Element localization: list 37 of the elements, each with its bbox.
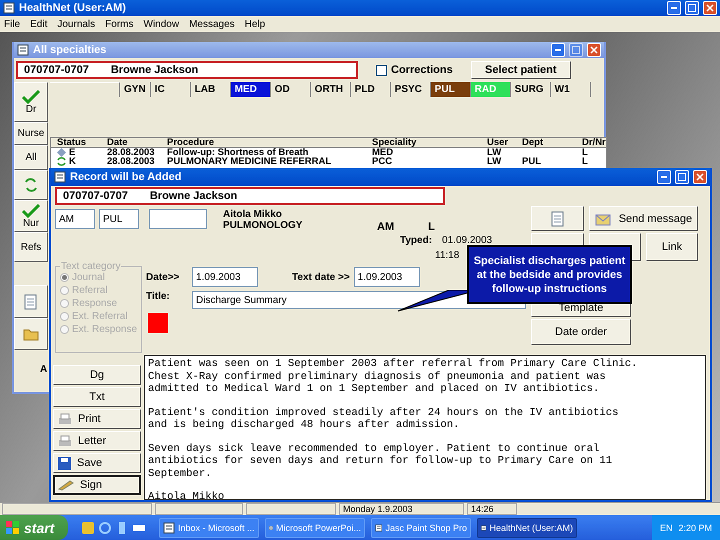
- dr-nr-text: L: [428, 221, 435, 233]
- callout-tooltip: Specialist discharges patient at the bedside and provides follow-up instructions: [467, 245, 632, 304]
- table-cell: LW: [487, 148, 502, 157]
- paragraph: Patient's condition improved steadily after 24 hours on the IV antibiotics and is being discharged 48 hours after admission.: [148, 406, 620, 432]
- typed-label: Typed:: [400, 235, 432, 246]
- window-title: All specialties: [33, 44, 108, 56]
- table-cell: 28.08.2003: [107, 148, 155, 157]
- tray-clock: 2:20 PM: [678, 522, 712, 532]
- paragraph: Aitola Mikko: [148, 491, 226, 499]
- doctor-name: Aitola Mikko: [223, 209, 283, 220]
- side-label: A: [40, 364, 48, 375]
- paragraph: Seven days sick leave recommended to employer. Patient to continue oral antibiotics for seven days and return for follow-up to Primary Care on 11 September.: [148, 442, 614, 480]
- table-cell: PUL: [522, 157, 541, 166]
- typed-date: 01.09.2003: [442, 235, 492, 246]
- date-label: Date>>: [146, 272, 180, 282]
- table-cell: L: [582, 148, 588, 157]
- user-text: AM: [377, 221, 394, 233]
- table-cell: PULMONARY MEDICINE REFERRAL: [167, 157, 332, 166]
- table-cell: E: [69, 148, 76, 157]
- table-cell: LW: [487, 157, 502, 166]
- table-cell: L: [582, 157, 588, 166]
- typed-time: 11:18: [435, 250, 460, 261]
- checkbox-label: Corrections: [391, 64, 453, 76]
- table-cell: 28.08.2003: [107, 157, 155, 166]
- text-date-label: Text date >>: [292, 272, 350, 282]
- table-cell: PCC: [372, 157, 392, 166]
- paragraph: Patient was seen on 1 September 2003 after referral from Primary Care Clinic. Chest X-Ray confirmed preliminary diagnosis of pneumonia and patient was admitted to Medical Ward 1 on 1 September and placed on IV antibiotics.: [148, 358, 639, 396]
- window-title: Record will be Added: [70, 171, 182, 183]
- title-label: Title:: [146, 291, 171, 302]
- table-cell: MED: [372, 148, 394, 157]
- status-time: 14:26: [467, 503, 517, 515]
- group-legend: Text category: [60, 261, 122, 272]
- table-cell: Follow-up: Shortness of Breath: [167, 148, 308, 157]
- status-date: Monday 1.9.2003: [339, 503, 464, 515]
- table-cell: K: [69, 157, 76, 166]
- app-title: HealthNet (User:AM): [19, 2, 127, 14]
- doctor-specialty: PULMONOLOGY: [223, 220, 304, 231]
